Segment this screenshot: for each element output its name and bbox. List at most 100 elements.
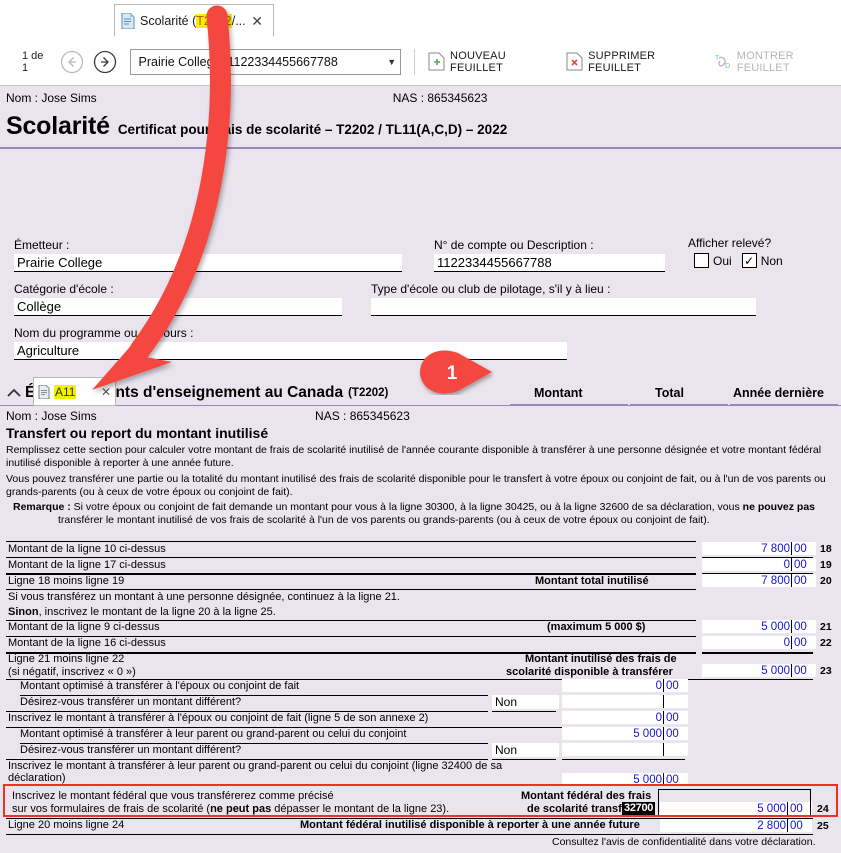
close-icon[interactable]: ✕ (101, 385, 111, 399)
row-20-label: Ligne 18 moins ligne 19 (8, 575, 125, 587)
transfer-row-1-amount[interactable] (562, 695, 664, 708)
transfer-row-1-cents[interactable] (663, 695, 688, 708)
row-25-caption: Montant fédéral inutilisé disponible à r… (300, 819, 640, 831)
afficher-releve-options: Oui ✓ Non (688, 253, 793, 268)
column-header-montant: Montant (534, 386, 583, 400)
row-19-cents[interactable]: 00 (791, 558, 816, 571)
row-18-amount[interactable]: 7 800 (702, 542, 792, 555)
row-21-caption: (maximum 5 000 $) (547, 621, 646, 633)
lower-identity-line: Nom : Jose Sims NAS : 865345623 (0, 406, 841, 423)
row-19-label: Montant de la ligne 17 ci-dessus (8, 559, 166, 571)
document-icon (121, 12, 135, 29)
row-25-label: Ligne 20 moins ligne 24 (8, 819, 125, 831)
rule (6, 589, 696, 590)
transfer-row-0-amount[interactable]: 0 (562, 679, 664, 692)
row-18-label: Montant de la ligne 10 ci-dessus (8, 543, 166, 555)
checkbox-non[interactable]: ✓ (741, 253, 757, 268)
note-2: Sinon, inscrivez le montant de la ligne … (8, 606, 276, 618)
line-code-32700: 32700 (622, 802, 656, 815)
row-21-amount[interactable]: 5 000 (702, 620, 792, 633)
row-20-cents: 00 (791, 574, 816, 587)
close-icon[interactable]: ✕ (247, 14, 267, 28)
row-18-cents[interactable]: 00 (791, 542, 816, 555)
row-20-caption: Montant total inutilisé (535, 575, 649, 587)
row-24-label-a: Inscrivez le montant fédéral que vous tr… (12, 790, 334, 802)
transfer-row-0-cents[interactable]: 00 (663, 679, 688, 692)
button-label: SUPPRIMER FEUILLET (588, 49, 656, 74)
emetteur-input[interactable]: Prairie College (14, 254, 402, 272)
rule (6, 834, 813, 835)
row-18-number: 18 (820, 543, 832, 555)
arrow-right-circle-icon[interactable] (93, 50, 117, 74)
remark-label: Remarque : (13, 501, 71, 513)
transfer-row-3-label: Montant optimisé à transférer à leur par… (20, 728, 407, 740)
transfer-row-1-label: Désirez-vous transférer un montant diffé… (20, 696, 242, 708)
transfer-row-1-value[interactable]: Non (492, 695, 559, 709)
rule (6, 557, 696, 558)
row-23-cents: 00 (791, 664, 816, 677)
tab-scolarite[interactable]: Scolarité (T2202/... ✕ (114, 4, 274, 37)
browser-tab-strip: Scolarité (T2202/... ✕ (0, 0, 841, 39)
paragraph-2: Vous pouvez transférer une partie ou la … (6, 473, 826, 498)
row-22-amount[interactable]: 0 (702, 636, 792, 649)
checkbox-non-label: Non (760, 253, 783, 268)
row-24-caption-a: Montant fédéral des frais (521, 790, 652, 802)
rule (6, 541, 696, 542)
categorie-input[interactable]: Collège (14, 298, 342, 316)
compte-label: N° de compte ou Description : (434, 238, 594, 252)
tab-label: Scolarité (T2202/... (140, 13, 246, 28)
transfer-row-4-label: Désirez-vous transférer un montant diffé… (20, 744, 242, 756)
transfer-row-2-amount[interactable]: 0 (562, 711, 664, 724)
row-24-cents[interactable]: 00 (787, 802, 812, 815)
supprimer-feuillet-button[interactable]: SUPPRIMER FEUILLET (566, 50, 702, 74)
slip-selector-combo[interactable]: Prairie College 1122334455667788 ▼ (129, 48, 402, 75)
row-23-caption-b: scolarité disponible à transférer (506, 666, 673, 678)
row-22-cents[interactable]: 00 (791, 636, 816, 649)
taxpayer-sin-lower: NAS : 865345623 (315, 409, 410, 423)
row-21-cents[interactable]: 00 (791, 620, 816, 633)
section-title-transfert: Transfert ou report du montant inutilisé (6, 425, 269, 441)
a11-tab-label: A11 (54, 384, 77, 399)
a11-tab[interactable]: A11 ✕ (33, 377, 116, 406)
show-slip-icon: TD (715, 52, 732, 71)
row-22-number: 22 (820, 637, 832, 649)
row-19-number: 19 (820, 559, 832, 571)
paragraph-remark: Remarque : Si votre époux ou conjoint de… (13, 501, 816, 526)
transfer-row-2-label: Inscrivez le montant à transférer à l'ép… (8, 712, 429, 724)
transfer-row-3-cents[interactable]: 00 (663, 727, 688, 740)
transfer-row-2-cents[interactable]: 00 (663, 711, 688, 724)
row-24-amount[interactable]: 5 000 (660, 802, 788, 815)
svg-text:D: D (725, 63, 730, 70)
page-counter: 1 de 1 (22, 49, 44, 74)
type-ecole-input[interactable] (371, 298, 756, 316)
transfer-row-3-amount[interactable]: 5 000 (562, 727, 664, 740)
compte-input[interactable]: 1122334455667788 (434, 254, 665, 272)
transfer-row-4-amount[interactable] (562, 743, 664, 756)
programme-label: Nom du programme ou du cours : (14, 326, 194, 340)
taxpayer-sin: NAS : 865345623 (392, 91, 488, 105)
transfer-row-4-cents[interactable] (663, 743, 688, 756)
row-23-amount: 5 000 (702, 664, 792, 677)
row-23-label-b: (si négatif, inscrivez « 0 ») (8, 666, 136, 678)
last-transfer-cents[interactable]: 00 (663, 773, 688, 786)
last-transfer-label-a: Inscrivez le montant à transférer à leur… (8, 760, 503, 772)
row-21-number: 21 (820, 621, 832, 633)
transfer-row-4-value[interactable]: Non (492, 743, 559, 757)
new-slip-icon (428, 52, 445, 71)
checkbox-oui[interactable] (694, 253, 709, 268)
button-label: NOUVEAU FEUILLET (450, 49, 506, 74)
nouveau-feuillet-button[interactable]: NOUVEAU FEUILLET (428, 50, 553, 74)
arrow-left-circle-icon[interactable] (60, 50, 84, 74)
emetteur-field-block: Émetteur : Prairie College (14, 238, 402, 272)
row-23-number: 23 (820, 665, 832, 677)
chevron-down-icon[interactable]: ▼ (383, 57, 396, 67)
row-20-number: 20 (820, 575, 832, 587)
row-25-number: 25 (817, 820, 829, 832)
last-transfer-amount[interactable]: 5 000 (562, 773, 664, 786)
row-24-number: 24 (817, 803, 829, 815)
chevron-up-icon[interactable] (6, 387, 22, 399)
combo-value: Prairie College 1122334455667788 (138, 54, 338, 69)
row-19-amount[interactable]: 0 (702, 558, 792, 571)
categorie-field-block: Catégorie d'école : Collège (14, 282, 342, 316)
montrer-feuillet-button[interactable]: TD MONTRER FEUILLET (715, 50, 841, 74)
